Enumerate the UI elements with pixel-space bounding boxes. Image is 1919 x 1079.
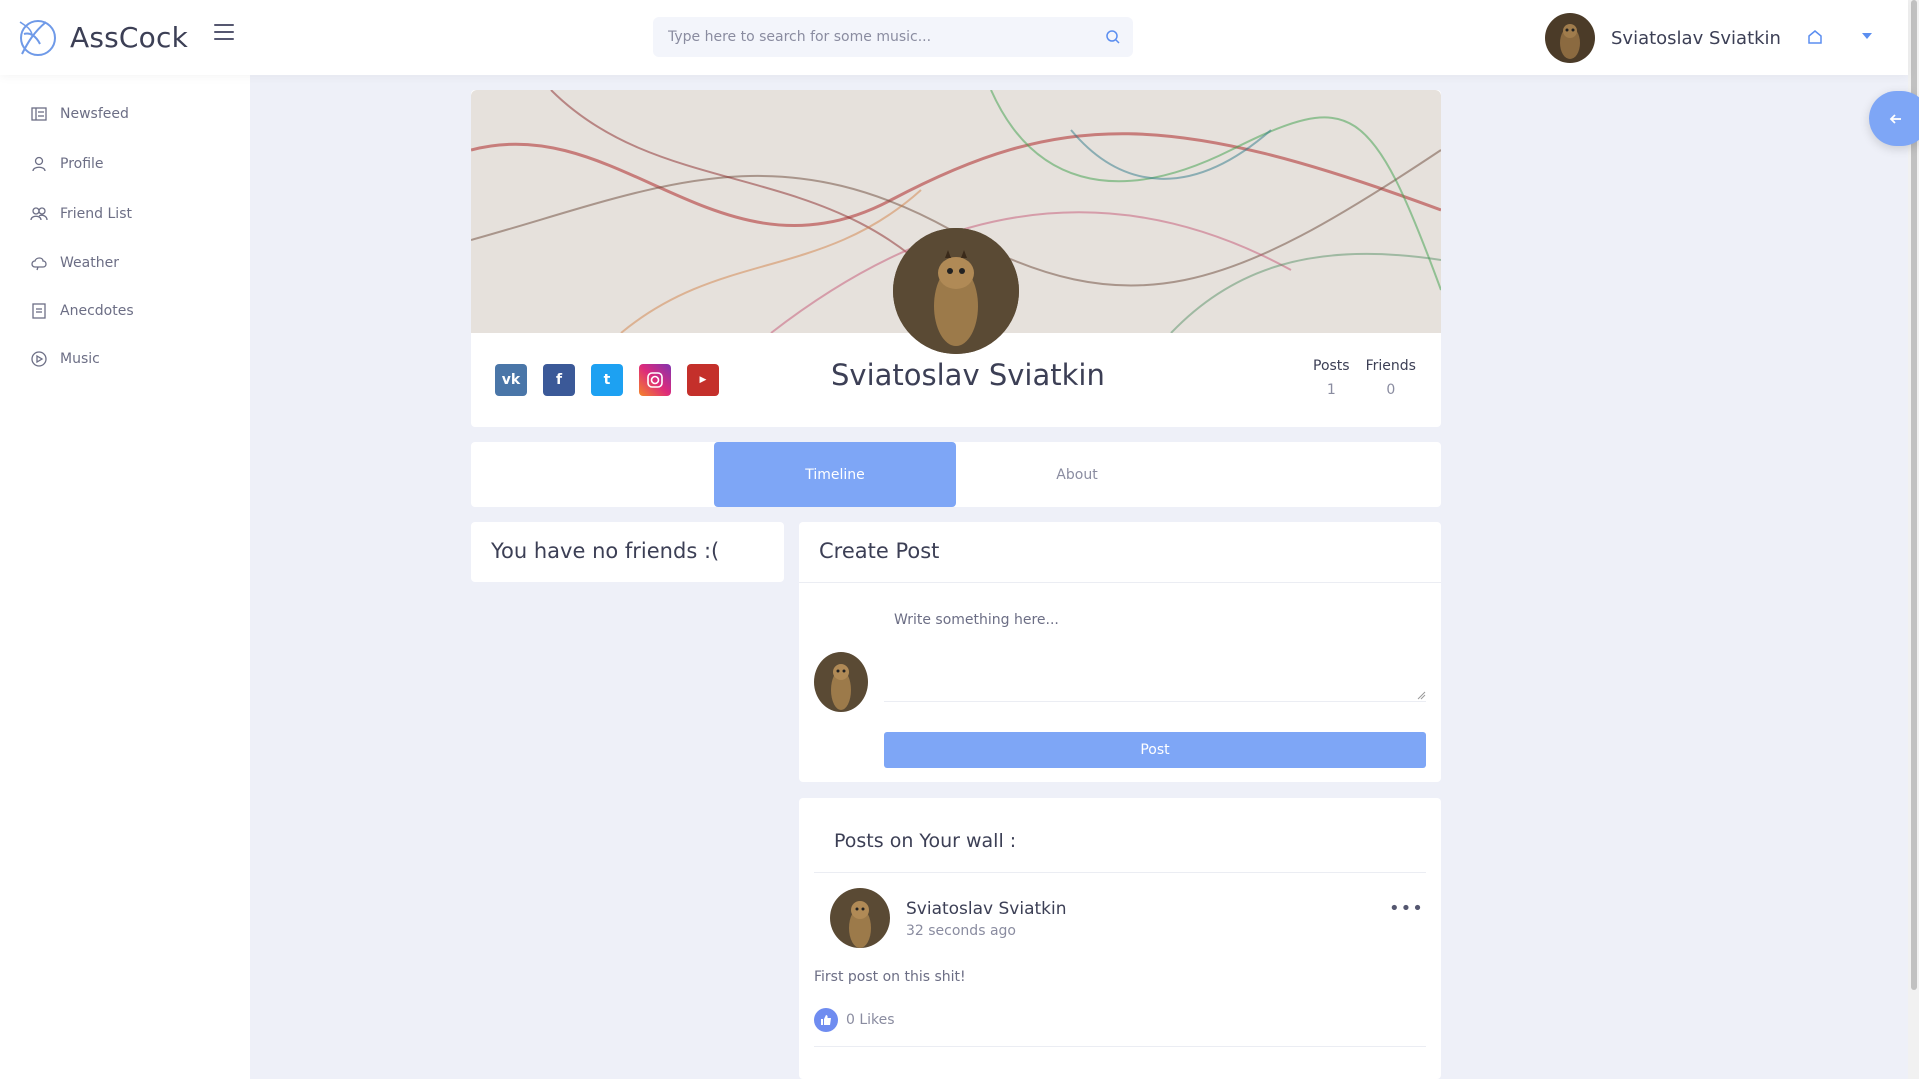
like-count: 0 Likes [846,1012,895,1028]
sidebar-item-weather[interactable]: Weather [30,254,119,272]
post-button[interactable]: Post [884,732,1426,768]
top-header: AssCock Sviatoslav Sviatkin [0,0,1908,75]
sidebar-item-label: Friend List [60,206,132,222]
cloud-icon [31,257,47,271]
post-author[interactable]: Sviatoslav Sviatkin [906,899,1067,919]
stat-value: 1 [1326,382,1336,398]
facebook-icon[interactable]: f [543,364,575,396]
stat-value: 0 [1386,382,1396,398]
arrow-left-icon [1889,113,1901,124]
like-button[interactable]: 0 Likes [814,1008,895,1032]
back-button[interactable] [1869,91,1919,146]
divider [814,872,1426,873]
create-post-avatar [814,652,868,712]
wall-card: Posts on Your wall : Sviatoslav Sviatkin… [799,798,1441,1079]
header-user-name[interactable]: Sviatoslav Sviatkin [1611,28,1781,49]
divider [814,1046,1426,1047]
sidebar-item-profile[interactable]: Profile [30,155,104,173]
sidebar-item-label: Anecdotes [60,303,134,319]
youtube-icon[interactable]: ▶ [687,364,719,396]
newsfeed-icon [31,107,47,121]
stat-friends[interactable]: Friends 0 [1366,358,1416,398]
more-options-icon[interactable]: ••• [1389,898,1424,919]
tab-timeline[interactable]: Timeline [714,442,956,507]
post-text: First post on this shit! [814,969,966,985]
search-icon[interactable] [1105,29,1121,45]
search-input[interactable] [668,29,1088,45]
wall-title: Posts on Your wall : [834,830,1017,852]
sidebar-item-music[interactable]: Music [30,350,100,368]
menu-toggle-icon[interactable] [214,24,234,44]
sidebar-item-label: Profile [60,156,104,172]
social-links: vk f t ▶ [495,364,735,396]
logo-icon [19,20,56,56]
friends-empty-text: You have no friends :( [491,539,720,563]
sidebar-item-anecdotes[interactable]: Anecdotes [30,302,134,320]
scrollbar-thumb[interactable] [1911,0,1917,990]
chevron-down-icon[interactable] [1862,33,1872,39]
stat-posts[interactable]: Posts 1 [1313,358,1350,398]
app-logo[interactable]: AssCock [14,14,188,60]
friends-icon [30,207,48,221]
document-icon [32,303,46,319]
divider [799,582,1441,583]
sidebar-item-label: Newsfeed [60,106,129,122]
friends-card: You have no friends :( [471,522,784,582]
stat-label: Friends [1365,358,1416,374]
stat-label: Posts [1313,358,1350,374]
post-time: 32 seconds ago [906,923,1016,939]
profile-name: Sviatoslav Sviatkin [831,358,1105,392]
create-post-title: Create Post [819,539,940,563]
resize-handle-icon[interactable] [1416,690,1426,700]
post-textarea[interactable] [884,602,1426,702]
home-icon[interactable] [1806,28,1824,46]
profile-stats: Posts 1 Friends 0 [1313,358,1432,398]
app-name: AssCock [70,20,189,54]
profile-tabs: Timeline About [471,442,1441,507]
header-user-menu[interactable]: Sviatoslav Sviatkin [1545,13,1781,63]
instagram-icon[interactable] [639,364,671,396]
sidebar-item-newsfeed[interactable]: Newsfeed [30,105,129,123]
sidebar-item-friend-list[interactable]: Friend List [30,205,132,223]
profile-avatar[interactable] [893,228,1019,354]
sidebar-item-label: Music [60,351,100,367]
sidebar-item-label: Weather [60,255,119,271]
create-post-card: Create Post Post [799,522,1441,782]
sidebar: Newsfeed Profile Friend List Weather Ane… [0,75,250,1079]
user-icon [32,156,46,172]
tab-about[interactable]: About [956,442,1198,507]
vk-icon[interactable]: vk [495,364,527,396]
play-icon [31,351,47,367]
thumbs-up-icon [814,1008,838,1032]
search-bar [653,17,1133,57]
header-avatar[interactable] [1545,13,1595,63]
post-avatar[interactable] [830,888,890,948]
twitter-icon[interactable]: t [591,364,623,396]
